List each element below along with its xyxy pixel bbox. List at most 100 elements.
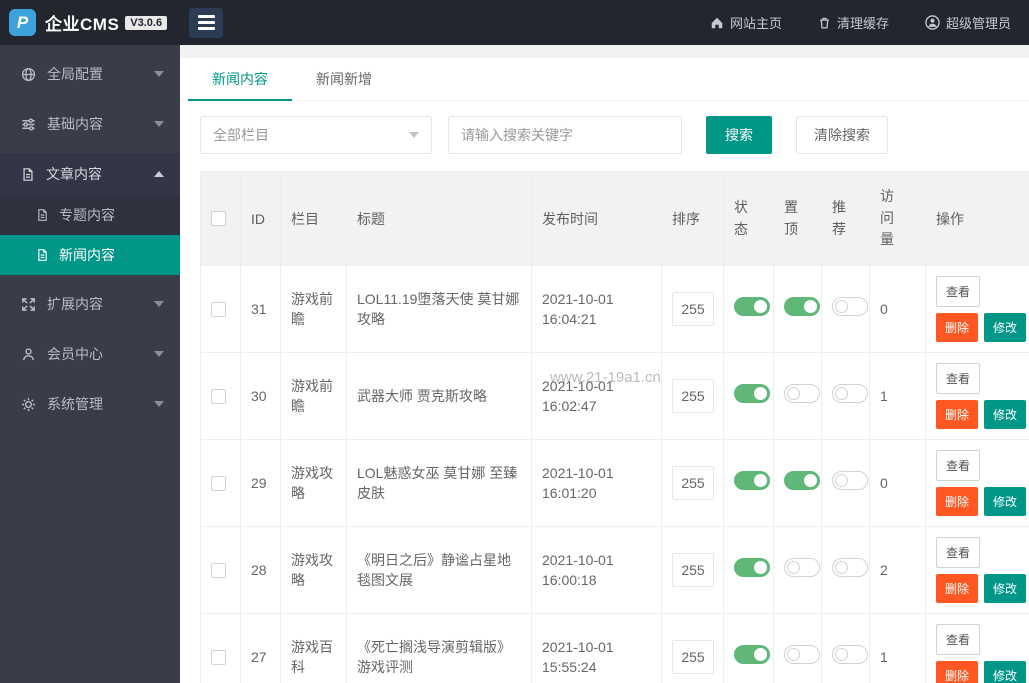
sliders-icon bbox=[22, 117, 35, 131]
table-row: 31 游戏前瞻 LOL11.19堕落天使 莫甘娜攻略 2021-10-01 16… bbox=[200, 265, 1029, 354]
row-visits: 0 bbox=[869, 439, 926, 528]
table-header-row: ID 栏目 标题 发布时间 排序 状态 置顶 推荐 访问量 操作 bbox=[200, 170, 1029, 267]
row-actions-cell: 查看 删除 修改 bbox=[925, 526, 1029, 615]
row-top-cell bbox=[773, 439, 822, 528]
row-id: 28 bbox=[240, 526, 281, 615]
delete-button[interactable]: 删除 bbox=[936, 313, 979, 343]
top-toggle[interactable] bbox=[784, 644, 820, 664]
row-status-cell bbox=[723, 439, 774, 528]
row-top-cell bbox=[773, 526, 822, 615]
menu-toggle-button[interactable] bbox=[189, 7, 224, 38]
row-visits: 0 bbox=[869, 265, 926, 354]
recommend-toggle[interactable] bbox=[832, 470, 868, 490]
row-category: 游戏前瞻 bbox=[280, 265, 347, 354]
tab-news-list[interactable]: 新闻内容 bbox=[188, 58, 292, 101]
status-toggle[interactable] bbox=[734, 296, 770, 316]
table-row: 27 游戏百科 《死亡搁浅导演剪辑版》游戏评测 2021-10-01 15:55… bbox=[200, 613, 1029, 683]
row-checkbox[interactable] bbox=[211, 301, 226, 317]
col-recommend: 推荐 bbox=[821, 170, 870, 267]
view-button[interactable]: 查看 bbox=[936, 363, 981, 395]
sort-input[interactable] bbox=[672, 553, 714, 588]
status-toggle[interactable] bbox=[734, 470, 770, 490]
delete-button[interactable]: 删除 bbox=[936, 400, 979, 430]
nav-site-home[interactable]: 网站主页 bbox=[692, 0, 800, 45]
sort-input[interactable] bbox=[672, 640, 714, 675]
row-visits: 1 bbox=[869, 352, 926, 441]
sidebar-item-topic-content[interactable]: 专题内容 bbox=[0, 195, 180, 235]
top-toggle[interactable] bbox=[784, 296, 820, 316]
news-table: www.21-19a1.cn ID 栏目 标题 发布时间 排序 状态 置顶 推荐… bbox=[200, 170, 1029, 683]
status-toggle[interactable] bbox=[734, 644, 770, 664]
sort-input[interactable] bbox=[672, 466, 714, 501]
table-row: 28 游戏攻略 《明日之后》静谧占星地毯图文展 2021-10-01 16:00… bbox=[200, 526, 1029, 615]
nav-clear-cache[interactable]: 清理缓存 bbox=[800, 0, 907, 45]
top-toggle[interactable] bbox=[784, 557, 820, 577]
recommend-toggle[interactable] bbox=[832, 557, 868, 577]
row-checkbox[interactable] bbox=[211, 649, 226, 665]
row-checkbox[interactable] bbox=[211, 475, 226, 491]
sidebar-item-member-center[interactable]: 会员中心 bbox=[0, 333, 180, 375]
version-badge: V3.0.6 bbox=[125, 15, 168, 30]
row-actions-cell: 查看 删除 修改 bbox=[925, 439, 1029, 528]
chevron-down-icon bbox=[154, 71, 164, 77]
view-button[interactable]: 查看 bbox=[936, 276, 981, 308]
clear-search-button[interactable]: 清除搜索 bbox=[796, 116, 888, 154]
recommend-toggle[interactable] bbox=[832, 296, 868, 316]
top-toggle[interactable] bbox=[784, 383, 820, 403]
search-button[interactable]: 搜索 bbox=[706, 116, 772, 154]
chevron-down-icon bbox=[409, 132, 419, 138]
row-id: 27 bbox=[240, 613, 281, 683]
select-all-checkbox[interactable] bbox=[211, 211, 226, 227]
tab-news-add[interactable]: 新闻新增 bbox=[292, 58, 396, 100]
row-checkbox[interactable] bbox=[211, 388, 226, 404]
table-row: 29 游戏攻略 LOL魅惑女巫 莫甘娜 至臻皮肤 2021-10-01 16:0… bbox=[200, 439, 1029, 528]
edit-button[interactable]: 修改 bbox=[984, 574, 1027, 604]
status-toggle[interactable] bbox=[734, 383, 770, 403]
row-title: LOL魅惑女巫 莫甘娜 至臻皮肤 bbox=[346, 439, 532, 528]
sidebar-item-extended-content[interactable]: 扩展内容 bbox=[0, 283, 180, 325]
sidebar-item-global-config[interactable]: 全局配置 bbox=[0, 53, 180, 95]
chevron-up-icon bbox=[154, 171, 164, 177]
row-sort-cell bbox=[661, 352, 724, 441]
row-checkbox[interactable] bbox=[211, 562, 226, 578]
top-toggle[interactable] bbox=[784, 470, 820, 490]
row-id: 31 bbox=[240, 265, 281, 354]
row-select-cell bbox=[200, 439, 241, 528]
row-title: 《死亡搁浅导演剪辑版》游戏评测 bbox=[346, 613, 532, 683]
edit-button[interactable]: 修改 bbox=[984, 487, 1027, 517]
search-input[interactable] bbox=[448, 116, 682, 154]
sidebar-item-system-management[interactable]: 系统管理 bbox=[0, 383, 180, 425]
delete-button[interactable]: 删除 bbox=[936, 661, 979, 683]
sort-input[interactable] bbox=[672, 379, 714, 414]
recommend-toggle[interactable] bbox=[832, 644, 868, 664]
nav-admin-user[interactable]: 超级管理员 bbox=[907, 0, 1029, 45]
status-toggle[interactable] bbox=[734, 557, 770, 577]
chevron-down-icon bbox=[154, 121, 164, 127]
sidebar-item-article-content[interactable]: 文章内容 bbox=[0, 153, 180, 195]
row-publish-time: 2021-10-01 16:02:47 bbox=[531, 352, 662, 441]
row-category: 游戏攻略 bbox=[280, 526, 347, 615]
view-button[interactable]: 查看 bbox=[936, 624, 981, 656]
row-recommend-cell bbox=[821, 439, 870, 528]
document-icon bbox=[38, 209, 47, 221]
row-recommend-cell bbox=[821, 352, 870, 441]
delete-button[interactable]: 删除 bbox=[936, 574, 979, 604]
row-actions-cell: 查看 删除 修改 bbox=[925, 613, 1029, 683]
row-visits: 1 bbox=[869, 613, 926, 683]
edit-button[interactable]: 修改 bbox=[984, 661, 1027, 683]
row-actions-cell: 查看 删除 修改 bbox=[925, 265, 1029, 354]
sort-input[interactable] bbox=[672, 292, 714, 327]
sidebar-item-basic-content[interactable]: 基础内容 bbox=[0, 103, 180, 145]
recommend-toggle[interactable] bbox=[832, 383, 868, 403]
edit-button[interactable]: 修改 bbox=[984, 313, 1027, 343]
edit-button[interactable]: 修改 bbox=[984, 400, 1027, 430]
row-status-cell bbox=[723, 265, 774, 354]
view-button[interactable]: 查看 bbox=[936, 537, 981, 569]
col-title: 标题 bbox=[346, 170, 532, 267]
row-publish-time: 2021-10-01 16:00:18 bbox=[531, 526, 662, 615]
delete-button[interactable]: 删除 bbox=[936, 487, 979, 517]
sidebar-item-news-content[interactable]: 新闻内容 bbox=[0, 235, 180, 275]
row-actions-cell: 查看 删除 修改 bbox=[925, 352, 1029, 441]
view-button[interactable]: 查看 bbox=[936, 450, 981, 482]
category-select[interactable]: 全部栏目 bbox=[200, 116, 432, 154]
